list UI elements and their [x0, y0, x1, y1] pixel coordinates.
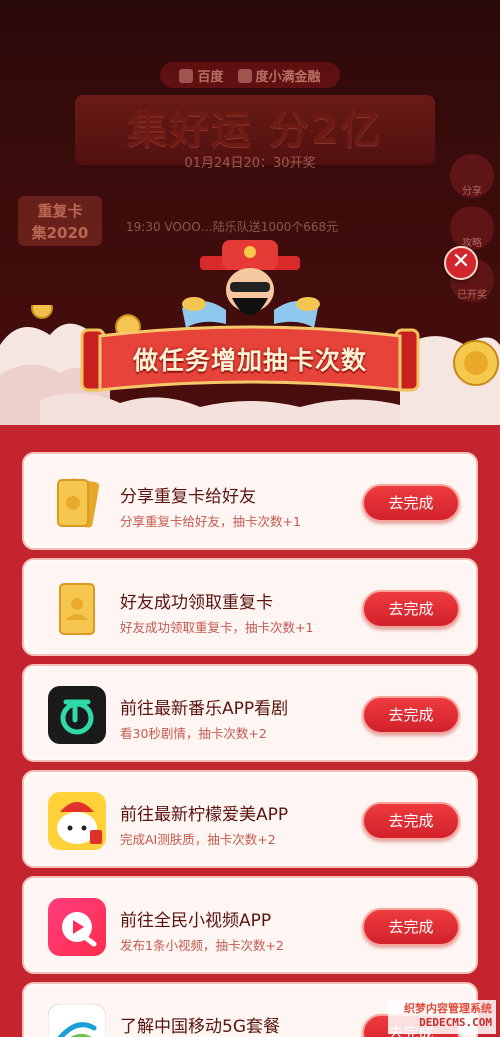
- draw-date: 01月24日20：30开奖: [184, 156, 316, 171]
- close-icon: ✕: [451, 249, 471, 274]
- repeat-card-badge: 重复卡 集2020: [18, 196, 102, 246]
- task-ningmeng-app: 前往最新柠檬爱美APP 完成AI测肤质，抽卡次数+2 去完成: [22, 770, 478, 868]
- duxiaoman-icon: [237, 68, 252, 83]
- task-title: 前往最新番乐APP看剧: [120, 699, 289, 719]
- go-complete-button[interactable]: 去完成: [362, 802, 460, 840]
- ticker-text: 19:30 VOOO…陆乐队送1000个668元: [126, 220, 339, 234]
- gold-cards-icon: [57, 478, 100, 528]
- baidu-paw-icon: [179, 68, 194, 83]
- task-title: 分享重复卡给好友: [120, 487, 256, 507]
- ningmeng-app-icon: [48, 792, 106, 850]
- task-subtitle: 完成AI测肤质，抽卡次数+2: [120, 832, 276, 847]
- task-share-repeat-card: 分享重复卡给好友 分享重复卡给好友，抽卡次数+1 去完成: [22, 452, 478, 550]
- strategy-side-button: 攻略: [450, 206, 494, 250]
- task-title: 前往全民小视频APP: [120, 911, 272, 931]
- task-banner-title: 做任务增加抽卡次数: [132, 346, 367, 375]
- task-friend-claim-card: 好友成功领取重复卡 好友成功领取重复卡，抽卡次数+1 去完成: [22, 558, 478, 656]
- go-complete-button[interactable]: 去完成: [362, 908, 460, 946]
- task-title: 前往最新柠檬爱美APP: [120, 805, 289, 825]
- brand-logos: 百度 度小满金融: [160, 62, 340, 88]
- task-title: 了解中国移动5G套餐: [120, 1017, 280, 1037]
- task-subtitle: 看30秒剧情，抽卡次数+2: [120, 726, 267, 741]
- go-complete-button[interactable]: 去完成: [362, 696, 460, 734]
- task-subtitle: 分享重复卡给好友，抽卡次数+1: [120, 514, 301, 529]
- quanmin-video-app-icon: [48, 898, 106, 956]
- task-subtitle: 发布1条小视频，抽卡次数+2: [120, 938, 284, 953]
- china-mobile-icon: [48, 1004, 106, 1037]
- close-button[interactable]: ✕: [444, 246, 478, 280]
- baidu-logo: 百度: [179, 66, 224, 85]
- share-side-button: 分享: [450, 154, 494, 198]
- site-watermark: 织梦内容管理系统 DEDECMS.COM: [388, 1000, 496, 1034]
- duxiaoman-logo: 度小满金融: [237, 66, 321, 85]
- go-complete-button[interactable]: 去完成: [362, 484, 460, 522]
- task-subtitle: 好友成功领取重复卡，抽卡次数+1: [120, 620, 314, 635]
- go-complete-button[interactable]: 去完成: [362, 590, 460, 628]
- task-fanle-app: 前往最新番乐APP看剧 看30秒剧情，抽卡次数+2 去完成: [22, 664, 478, 762]
- task-title: 好友成功领取重复卡: [120, 593, 273, 613]
- task-quanmin-video-app: 前往全民小视频APP 发布1条小视频，抽卡次数+2 去完成: [22, 876, 478, 974]
- gold-card-person-icon: [59, 583, 95, 635]
- fanle-app-icon: [48, 686, 106, 744]
